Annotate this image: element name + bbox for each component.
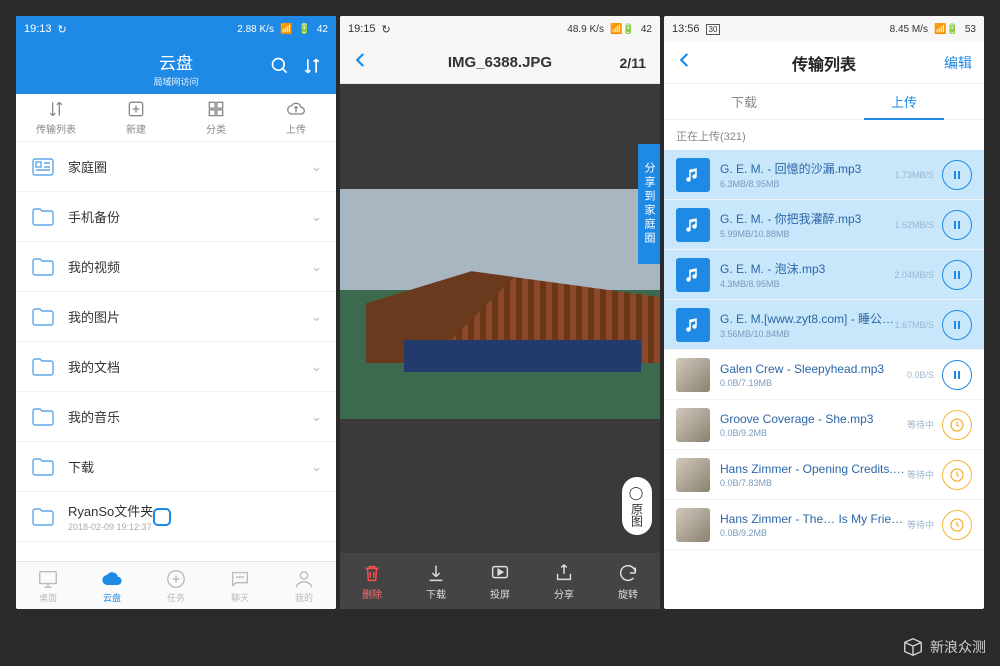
title-bar: IMG_6388.JPG 2/11 xyxy=(340,42,660,84)
music-icon xyxy=(676,308,710,342)
status-bar: 13:5630 8.45 M/s📶🔋53 xyxy=(664,16,984,42)
waiting-icon[interactable] xyxy=(942,460,972,490)
action-download[interactable]: 下载 xyxy=(404,553,468,609)
image-filename: IMG_6388.JPG xyxy=(340,54,660,71)
transfer-tabs: 下载 上传 xyxy=(664,84,984,120)
upload-row[interactable]: G. E. M. - 泡沫.mp34.3MB/8.95MB 2.04MB/S xyxy=(664,250,984,300)
music-icon xyxy=(676,158,710,192)
status-battery: 53 xyxy=(965,24,976,35)
section-label: 正在上传(321) xyxy=(664,120,984,150)
screen-image-viewer: 19:15↻ 48.9 K/s📶🔋42 IMG_6388.JPG 2/11 分享… xyxy=(340,16,660,609)
music-icon xyxy=(676,208,710,242)
original-image-button[interactable]: ◯原图 xyxy=(622,477,652,535)
music-icon xyxy=(676,258,710,292)
toolbar-category[interactable]: 分类 xyxy=(176,94,256,141)
checkbox[interactable] xyxy=(153,508,171,526)
tab-cloud[interactable]: 云盘 xyxy=(80,562,144,609)
pause-button[interactable] xyxy=(942,210,972,240)
photo xyxy=(340,189,660,419)
page-title: 传输列表 xyxy=(664,51,984,75)
status-speed: 48.9 K/s xyxy=(567,24,604,35)
image-canvas[interactable]: 分享到家庭圈 ◯原图 xyxy=(340,84,660,553)
upload-row[interactable]: Hans Zimmer - Opening Credits.mp30.0B/7.… xyxy=(664,450,984,500)
folder-row[interactable]: 家庭圈 ⌄ xyxy=(16,142,336,192)
action-delete[interactable]: 删除 xyxy=(340,553,404,609)
chevron-down-icon: ⌄ xyxy=(311,259,322,275)
folder-row[interactable]: 我的图片 ⌄ xyxy=(16,292,336,342)
album-art xyxy=(676,358,710,392)
upload-row[interactable]: G. E. M. - 你把我灌醉.mp35.99MB/10.88MB 1.62M… xyxy=(664,200,984,250)
upload-row[interactable]: Groove Coverage - She.mp30.0B/9.2MB 等待中 xyxy=(664,400,984,450)
watermark: 新浪众测 xyxy=(902,636,986,658)
sort-icon[interactable] xyxy=(302,56,322,81)
folder-list[interactable]: 家庭圈 ⌄ 手机备份 ⌄ 我的视频 ⌄ 我的图片 ⌄ 我的文档 ⌄ 我的音乐 ⌄… xyxy=(16,142,336,561)
action-cast[interactable]: 投屏 xyxy=(468,553,532,609)
page-title: 云盘 xyxy=(153,49,198,74)
status-battery: 42 xyxy=(641,24,652,35)
album-art xyxy=(676,408,710,442)
page-subtitle: 局域网访问 xyxy=(153,75,198,88)
search-icon[interactable] xyxy=(270,56,290,81)
tab-me[interactable]: 我的 xyxy=(272,562,336,609)
folder-row[interactable]: 我的文档 ⌄ xyxy=(16,342,336,392)
waiting-icon[interactable] xyxy=(942,410,972,440)
pause-button[interactable] xyxy=(942,310,972,340)
pause-button[interactable] xyxy=(942,360,972,390)
action-toolbar: 传输列表新建分类上传 xyxy=(16,94,336,142)
signal-icon: 📶 xyxy=(280,24,292,35)
status-time: 13:56 xyxy=(672,23,700,35)
share-to-family-button[interactable]: 分享到家庭圈 xyxy=(638,144,660,264)
status-bar: 19:15↻ 48.9 K/s📶🔋42 xyxy=(340,16,660,42)
back-button[interactable] xyxy=(352,51,370,74)
toolbar-upload[interactable]: 上传 xyxy=(256,94,336,141)
title-bar: 传输列表 编辑 xyxy=(664,42,984,84)
chevron-down-icon: ⌄ xyxy=(311,209,322,225)
tab-tasks[interactable]: 任务 xyxy=(144,562,208,609)
pause-button[interactable] xyxy=(942,260,972,290)
folder-row[interactable]: 下载 ⌄ xyxy=(16,442,336,492)
tab-upload[interactable]: 上传 xyxy=(824,84,984,119)
tab-chat[interactable]: 聊天 xyxy=(208,562,272,609)
tab-download[interactable]: 下载 xyxy=(664,84,824,119)
image-counter: 2/11 xyxy=(620,55,646,71)
tab-desktop[interactable]: 桌面 xyxy=(16,562,80,609)
toolbar-new[interactable]: 新建 xyxy=(96,94,176,141)
status-time: 19:15 xyxy=(348,23,376,35)
pause-button[interactable] xyxy=(942,160,972,190)
chevron-down-icon: ⌄ xyxy=(311,309,322,325)
upload-row[interactable]: Galen Crew - Sleepyhead.mp30.0B/7.19MB 0… xyxy=(664,350,984,400)
toolbar-transfer-list[interactable]: 传输列表 xyxy=(16,94,96,141)
screen-transfer-list: 13:5630 8.45 M/s📶🔋53 传输列表 编辑 下载 上传 正在上传(… xyxy=(664,16,984,609)
action-share[interactable]: 分享 xyxy=(532,553,596,609)
status-time: 19:13 xyxy=(24,23,52,35)
action-rotate[interactable]: 旋转 xyxy=(596,553,660,609)
folder-row[interactable]: 我的音乐 ⌄ xyxy=(16,392,336,442)
battery-icon: 🔋 xyxy=(298,24,310,35)
status-speed: 8.45 M/s xyxy=(890,24,928,35)
upload-row[interactable]: Hans Zimmer - The… Is My Friend.mp30.0B/… xyxy=(664,500,984,550)
screen-cloud-disk: 19:13↻ 2.88 K/s📶🔋42 云盘局域网访问 传输列表新建分类上传 家… xyxy=(16,16,336,609)
waiting-icon[interactable] xyxy=(942,510,972,540)
album-art xyxy=(676,508,710,542)
edit-button[interactable]: 编辑 xyxy=(944,53,972,73)
status-speed: 2.88 K/s xyxy=(237,24,274,35)
status-bar: 19:13 ↻ 2.88 K/s 📶 🔋 42 xyxy=(16,16,336,42)
upload-row[interactable]: G. E. M. - 回憶的沙漏.mp36.3MB/8.95MB 1.73MB/… xyxy=(664,150,984,200)
status-battery: 42 xyxy=(317,24,328,35)
folder-row[interactable]: 手机备份 ⌄ xyxy=(16,192,336,242)
chevron-down-icon: ⌄ xyxy=(311,359,322,375)
folder-row[interactable]: 我的视频 ⌄ xyxy=(16,242,336,292)
sync-icon: ↻ xyxy=(58,23,67,36)
upload-row[interactable]: G. E. M.[www.zyt8.com] - 睡公主.mp33.56MB/1… xyxy=(664,300,984,350)
bottom-tabbar: 桌面云盘任务聊天我的 xyxy=(16,561,336,609)
chevron-down-icon: ⌄ xyxy=(311,159,322,175)
chevron-down-icon: ⌄ xyxy=(311,409,322,425)
title-bar: 云盘局域网访问 xyxy=(16,42,336,94)
chevron-down-icon: ⌄ xyxy=(311,459,322,475)
album-art xyxy=(676,458,710,492)
image-action-bar: 删除下载投屏分享旋转 xyxy=(340,553,660,609)
folder-row[interactable]: RyanSo文件夹2018-02-09 19:12:37 xyxy=(16,492,336,542)
sync-icon: ↻ xyxy=(382,23,391,36)
upload-list[interactable]: G. E. M. - 回憶的沙漏.mp36.3MB/8.95MB 1.73MB/… xyxy=(664,150,984,609)
